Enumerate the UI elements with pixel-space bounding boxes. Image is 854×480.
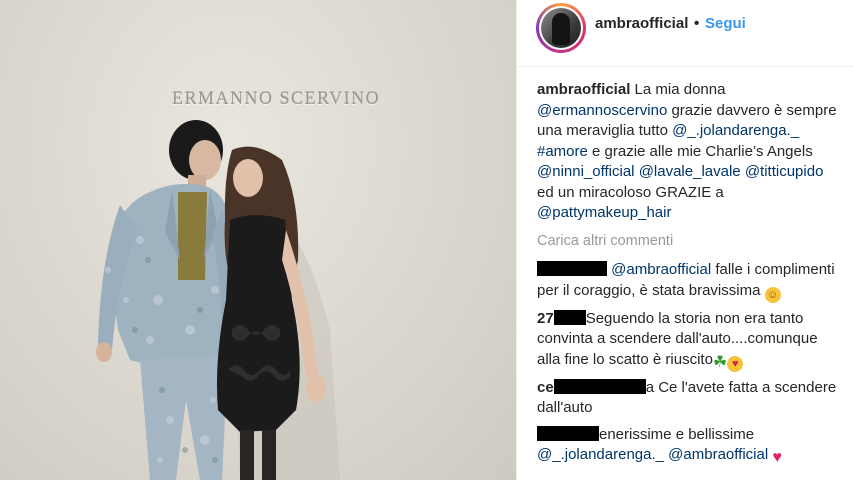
comments-list: ambraofficial La mia donna @ermannoscerv… xyxy=(537,80,843,472)
mention-link[interactable]: @ninni_official xyxy=(537,163,635,180)
mention-link[interactable]: @pattymakeup_hair xyxy=(537,204,671,221)
mention-link[interactable]: @_.jolandarenga._ xyxy=(672,122,799,139)
redacted-username xyxy=(553,309,586,325)
mention-link[interactable]: @ambraofficial xyxy=(668,446,768,463)
list-item: @ambraofficial falle i complimenti per i… xyxy=(537,260,843,303)
comment-username[interactable]: ce xyxy=(537,379,554,396)
post-caption: ambraofficial La mia donna @ermannoscerv… xyxy=(537,80,843,224)
post-header: ambraofficial • Segui xyxy=(517,0,854,67)
hashtag-link[interactable]: #amore xyxy=(537,143,588,160)
smiling-face-icon: ☺ xyxy=(764,286,781,303)
mention-link[interactable]: @ambraofficial xyxy=(611,261,711,278)
caption-username[interactable]: ambraofficial xyxy=(537,81,630,98)
list-item: 27 Seguendo la storia non era tanto convi… xyxy=(537,309,843,372)
post-photo[interactable]: ERMANNO SCERVINO xyxy=(0,0,516,480)
load-more-comments-button[interactable]: Carica altri commenti xyxy=(537,231,843,252)
post-side-panel: ambraofficial • Segui ambraofficial La m… xyxy=(516,0,854,480)
caption-text: e grazie alle mie Charlie’s Angels xyxy=(587,142,813,160)
mention-link[interactable]: @ermannoscervino xyxy=(537,102,667,119)
avatar-image xyxy=(541,8,581,48)
caption-text: La mia donna xyxy=(630,81,726,98)
mention-link[interactable]: @titticupido xyxy=(745,163,824,180)
red-heart-icon: ♥ xyxy=(772,449,782,466)
list-item: enerissime e bellissime @_.jolandarenga.… xyxy=(537,425,843,467)
header-separator: • xyxy=(694,15,700,32)
avatar[interactable] xyxy=(536,3,586,53)
four-leaf-clover-icon: ☘ xyxy=(712,353,728,371)
kissing-face-icon: ♥ xyxy=(727,355,744,372)
list-item: ce a Ce l'avete fatta a scendere dall'aut… xyxy=(537,378,843,419)
header-username[interactable]: ambraofficial xyxy=(595,15,688,32)
comment-text: enerissime e bellissime xyxy=(599,425,755,443)
caption-text: ed un miracoloso GRAZIE a xyxy=(537,183,724,201)
redacted-username xyxy=(553,378,646,394)
mention-link[interactable]: @_.jolandarenga._ xyxy=(537,446,664,463)
mention-link[interactable]: @lavale_lavale xyxy=(639,163,741,180)
photo-figures xyxy=(96,120,340,480)
follow-button[interactable]: Segui xyxy=(705,15,746,32)
redacted-username xyxy=(537,261,607,276)
comment-username[interactable]: 27 xyxy=(537,310,554,327)
redacted-username xyxy=(537,425,599,441)
comment-text-fragment: a xyxy=(645,378,655,396)
